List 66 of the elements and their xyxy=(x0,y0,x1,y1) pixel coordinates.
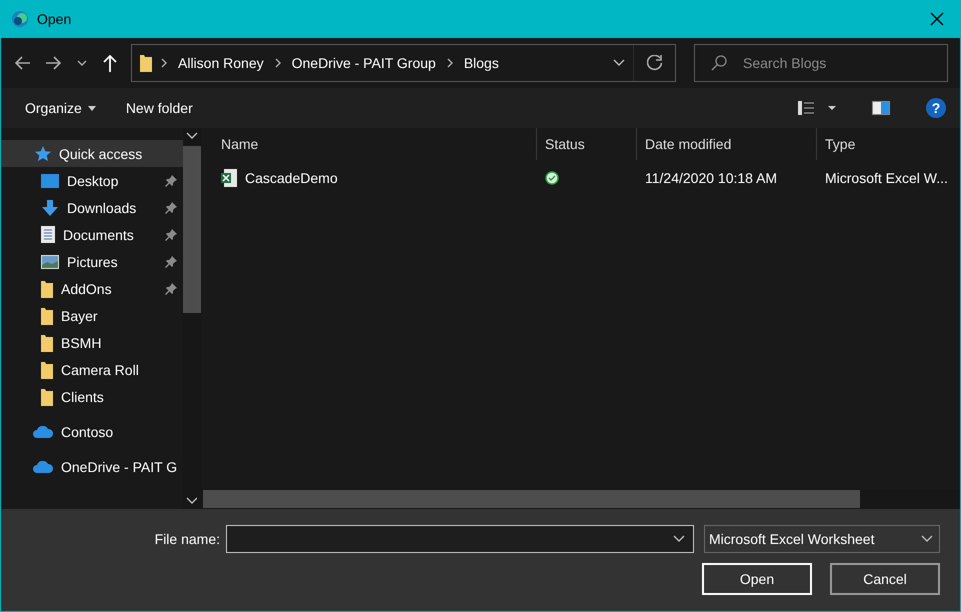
dropdown-icon xyxy=(921,535,933,543)
column-header[interactable]: Name xyxy=(197,128,537,160)
window-title: Open xyxy=(37,11,72,27)
chevron-icon xyxy=(274,58,282,68)
folder-icon xyxy=(140,54,152,72)
chevron-icon xyxy=(446,58,454,68)
close-icon xyxy=(930,12,944,26)
file-type-dropdown[interactable]: Microsoft Excel Worksheet xyxy=(704,525,940,553)
caret-icon xyxy=(88,106,96,110)
dropdown-icon xyxy=(673,535,685,543)
search-input[interactable]: Search Blogs xyxy=(741,54,921,72)
back-arrow-icon xyxy=(15,56,31,70)
up-arrow-icon xyxy=(103,54,117,72)
cloud-icon xyxy=(33,460,53,472)
nav-item[interactable]: Camera Roll xyxy=(1,356,184,383)
document-icon xyxy=(41,226,55,243)
folder-icon xyxy=(41,306,53,324)
nav-item[interactable]: Bayer xyxy=(1,302,184,329)
nav-item[interactable]: Downloads xyxy=(1,194,184,221)
file-name-label: File name: xyxy=(154,531,220,547)
dialog-button[interactable]: Open xyxy=(702,563,812,595)
breadcrumb[interactable]: Blogs xyxy=(462,55,501,71)
nav-item[interactable]: Desktop xyxy=(1,167,184,194)
spreadsheet-icon xyxy=(221,169,237,187)
download-icon xyxy=(41,200,59,216)
search-icon xyxy=(711,55,727,71)
folder-icon xyxy=(41,280,53,298)
column-header[interactable]: Date modified xyxy=(637,128,817,160)
date-cell-text: 11/24/2020 10:18 AM xyxy=(644,170,778,186)
app-icon xyxy=(11,10,29,28)
type-cell-text: Microsoft Excel W... xyxy=(824,170,949,186)
folder-icon xyxy=(41,360,53,378)
nav-item[interactable]: BSMH xyxy=(1,329,184,356)
folder-icon xyxy=(41,388,53,406)
star-icon xyxy=(33,146,51,162)
nav-item[interactable]: Documents xyxy=(1,221,184,248)
toolbar-button[interactable]: New folder xyxy=(116,96,203,120)
folder-icon xyxy=(41,334,53,352)
nav-item[interactable]: Clients xyxy=(1,383,184,410)
toolbar-button[interactable]: Organize xyxy=(15,96,106,120)
nav-item[interactable]: Pictures xyxy=(1,248,184,275)
address-dropdown-icon xyxy=(613,59,625,67)
forward-arrow-icon xyxy=(45,56,61,70)
nav-item[interactable]: Contoso xyxy=(1,418,184,445)
column-header[interactable]: Type xyxy=(817,128,960,160)
file-name-field[interactable] xyxy=(226,525,694,553)
refresh-icon xyxy=(646,55,662,71)
address-bar[interactable]: Allison Roney OneDrive - PAIT Group Blogs xyxy=(131,44,676,82)
nav-item[interactable]: OneDrive - PAIT G xyxy=(1,453,184,480)
file-name-cell[interactable]: CascadeDemo xyxy=(197,169,537,187)
chevron-icon xyxy=(160,58,168,68)
check-circle-icon xyxy=(545,171,559,185)
scroll-down-icon xyxy=(186,497,198,505)
chevron-down-icon xyxy=(77,60,87,66)
nav-item[interactable]: Quick access xyxy=(1,140,184,167)
search-field[interactable]: Search Blogs xyxy=(694,44,948,82)
desktop-icon xyxy=(41,174,59,188)
breadcrumb[interactable]: Allison Roney xyxy=(176,55,266,71)
picture-icon xyxy=(41,254,59,268)
preview-pane-icon xyxy=(872,101,890,115)
dialog-button[interactable]: Cancel xyxy=(830,563,940,595)
breadcrumb[interactable]: OneDrive - PAIT Group xyxy=(290,55,438,71)
column-header[interactable]: Status xyxy=(537,128,637,160)
details-view-icon xyxy=(798,101,838,115)
cloud-icon xyxy=(33,426,53,438)
nav-item[interactable]: AddOns xyxy=(1,275,184,302)
